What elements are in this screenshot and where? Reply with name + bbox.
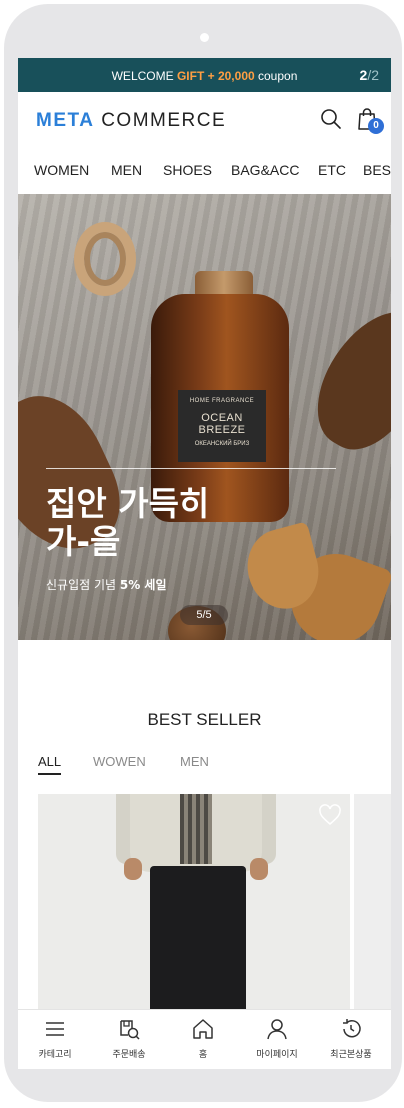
phone-frame: WELCOME GIFT + 20,000 coupon 2/2 META CO… (4, 4, 402, 1102)
hero-subtitle: 신규입점 기념 5% 세일 (46, 578, 167, 592)
search-icon[interactable] (318, 106, 344, 132)
tab-mypage[interactable]: 마이페이지 (240, 1010, 314, 1069)
bottom-tab-bar: 카테고리 주문배송 홈 마이페이지 최근본상품 (18, 1009, 391, 1069)
shopping-bag-icon[interactable]: 0 (355, 106, 384, 134)
app-screen: WELCOME GIFT + 20,000 coupon 2/2 META CO… (18, 58, 391, 1069)
tab-label: 주문배송 (112, 1050, 146, 1060)
promo-message: WELCOME GIFT + 20,000 coupon (111, 69, 298, 83)
camera-dot (200, 33, 209, 42)
tab-delivery[interactable]: 주문배송 (92, 1010, 166, 1069)
promo-gift: GIFT + 20,000 (176, 69, 255, 83)
tab-men[interactable]: MEN (180, 754, 209, 769)
promo-banner[interactable]: WELCOME GIFT + 20,000 coupon 2/2 (18, 58, 391, 92)
bottle-label: HOME FRAGRANCE OCEAN BREEZE ОКЕАНСКИЙ БР… (178, 390, 266, 462)
heart-icon[interactable] (318, 804, 342, 826)
nav-item-bag-acc[interactable]: BAG&ACC (231, 162, 299, 178)
product-card-next[interactable] (354, 794, 391, 1009)
user-icon (267, 1019, 287, 1040)
hero-title: 집안 가득히 가-을 (46, 484, 210, 561)
home-icon (193, 1019, 213, 1039)
nav-item-men[interactable]: MEN (111, 162, 142, 178)
section-title: BEST SELLER (147, 710, 262, 729)
header: META COMMERCE 0 (18, 92, 391, 148)
tab-label: 최근본상품 (330, 1050, 372, 1060)
tab-label: 마이페이지 (256, 1050, 298, 1060)
tab-wowen[interactable]: WOWEN (93, 754, 146, 769)
nav-item-shoes[interactable]: SHOES (163, 162, 212, 178)
cart-count-badge: 0 (368, 118, 384, 134)
delivery-icon (120, 1020, 140, 1040)
nav-item-etc[interactable]: ETC (318, 162, 346, 178)
tab-recent[interactable]: 최근본상품 (314, 1010, 388, 1069)
yarn-ball-image (74, 222, 136, 296)
slide-pager: 5/5 (180, 605, 228, 625)
nav-item-women[interactable]: WOMEN (34, 162, 89, 178)
category-nav: WOMEN MEN SHOES BAG&ACC ETC BEST (18, 148, 391, 194)
tab-all[interactable]: ALL (38, 754, 62, 775)
nav-item-best[interactable]: BEST (363, 162, 391, 178)
tab-home[interactable]: 홈 (166, 1010, 240, 1069)
hero-divider (46, 468, 336, 469)
hero-banner[interactable]: HOME FRAGRANCE OCEAN BREEZE ОКЕАНСКИЙ БР… (18, 194, 391, 640)
product-image-part (180, 794, 212, 864)
tab-label: 카테고리 (38, 1050, 72, 1060)
tab-label: 홈 (198, 1050, 208, 1060)
history-icon (343, 1019, 361, 1038)
logo[interactable]: META COMMERCE (36, 110, 226, 132)
promo-counter: 2/2 (359, 67, 379, 83)
product-image-part (124, 858, 142, 880)
tab-category[interactable]: 카테고리 (18, 1010, 92, 1069)
menu-icon (46, 1022, 64, 1036)
product-image-part (250, 858, 268, 880)
product-card[interactable] (38, 794, 350, 1009)
product-image-part (150, 866, 246, 1009)
